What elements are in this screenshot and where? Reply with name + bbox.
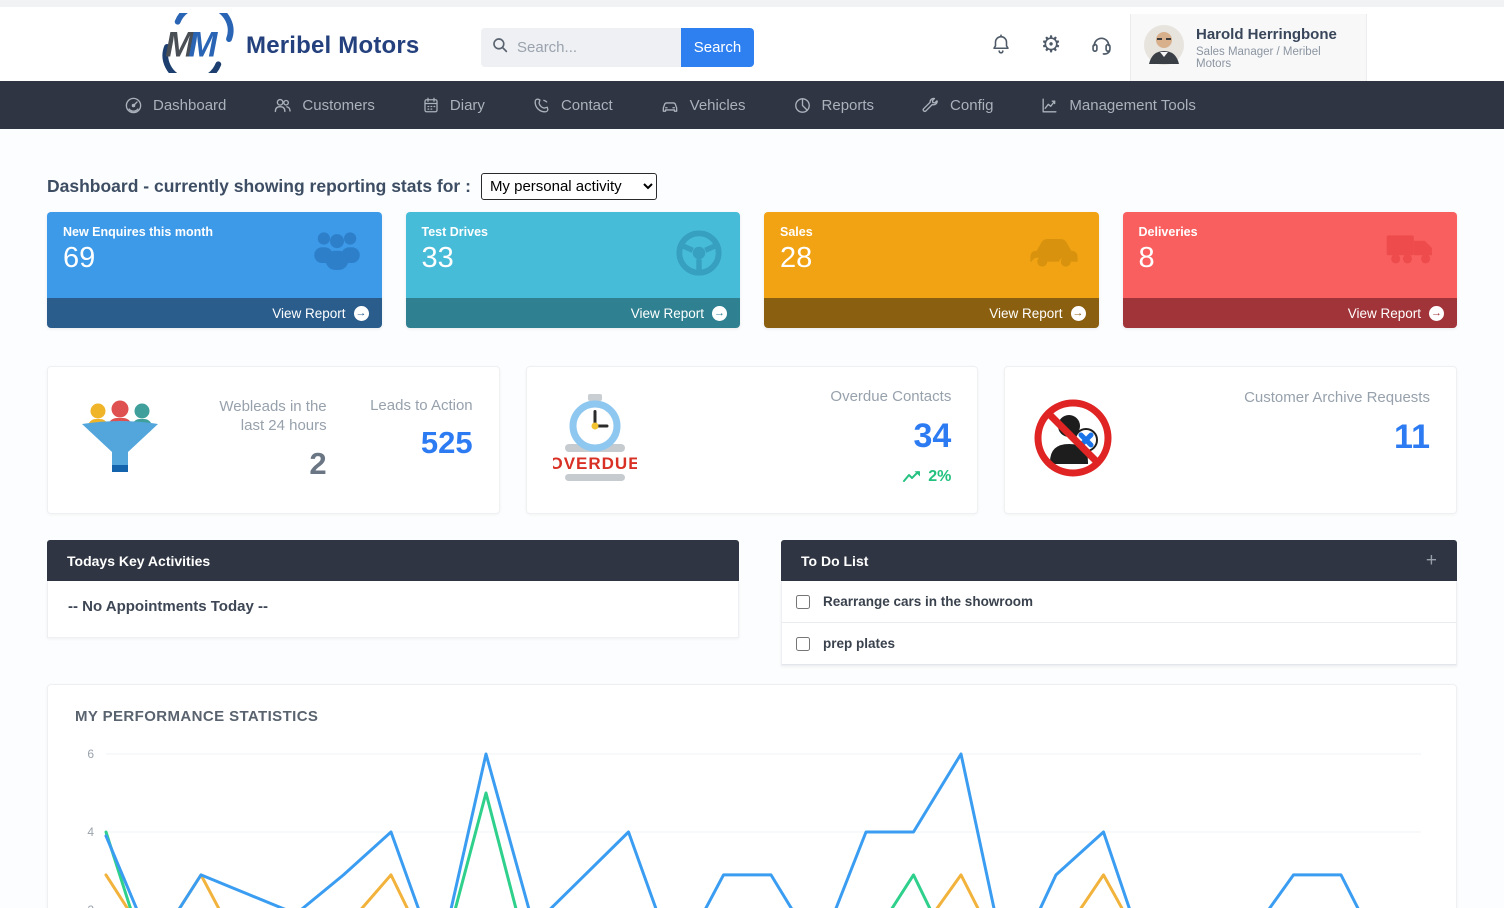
nav-item-diary[interactable]: Diary: [422, 96, 485, 114]
settings-gear-icon[interactable]: ⚙: [1038, 31, 1064, 57]
phone-icon: [532, 96, 551, 115]
brand[interactable]: M M Meribel Motors: [158, 13, 419, 78]
pie-chart-icon: [793, 96, 812, 115]
nav-item-customers[interactable]: Customers: [273, 96, 375, 115]
stat-card-row: New Enquires this month 69 View Report →…: [47, 212, 1457, 328]
performance-line-chart: 2 4 6: [48, 685, 1456, 908]
key-activities-panel: Todays Key Activities -- No Appointments…: [47, 540, 739, 638]
brand-logo-icon: M M: [158, 13, 238, 78]
view-report-button[interactable]: View Report →: [47, 298, 382, 328]
todo-item-label: prep plates: [823, 636, 895, 651]
svg-text:OVERDUE: OVERDUE: [553, 454, 637, 473]
view-report-button[interactable]: View Report →: [1123, 298, 1458, 328]
nav-item-dashboard[interactable]: Dashboard: [124, 96, 226, 115]
nav-item-vehicles[interactable]: Vehicles: [660, 95, 746, 115]
overdue-trend-value: 2%: [928, 468, 951, 486]
truck-icon: [1383, 228, 1441, 273]
main-nav: Dashboard Customers Diary Contact Vehicl…: [0, 81, 1504, 129]
webleads-card: Webleads in the last 24 hours 2 Leads to…: [47, 366, 500, 514]
todo-panel: To Do List + Rearrange cars in the showr…: [781, 540, 1457, 666]
leads-to-action-value: 525: [421, 425, 473, 461]
speedometer-icon: [124, 96, 143, 115]
line-chart-icon: [1040, 96, 1059, 115]
info-card-row: Webleads in the last 24 hours 2 Leads to…: [47, 366, 1457, 514]
dashboard-main: Dashboard - currently showing reporting …: [0, 173, 1504, 908]
todo-checkbox[interactable]: [796, 637, 810, 651]
todo-item: prep plates: [782, 623, 1456, 665]
stat-card-deliveries: Deliveries 8 View Report →: [1123, 212, 1458, 328]
view-report-button[interactable]: View Report →: [406, 298, 741, 328]
svg-text:4: 4: [87, 825, 94, 839]
user-menu[interactable]: Harold Herringbone Sales Manager / Merib…: [1130, 14, 1367, 81]
notifications-bell-icon[interactable]: [988, 31, 1014, 57]
search-box: [481, 28, 681, 67]
search-icon: [491, 36, 509, 59]
app-header: M M Meribel Motors Search ⚙: [0, 7, 1504, 81]
todo-item-label: Rearrange cars in the showroom: [823, 594, 1033, 609]
todo-title: To Do List: [801, 553, 868, 569]
steering-wheel-icon: [674, 228, 724, 283]
svg-text:2: 2: [87, 903, 94, 908]
svg-text:M: M: [188, 26, 218, 65]
arrow-circle-icon: →: [1071, 306, 1086, 321]
header-icons: ⚙: [988, 31, 1114, 57]
stat-card-sales: Sales 28 View Report →: [764, 212, 1099, 328]
search-button[interactable]: Search: [681, 28, 754, 67]
overdue-label: Overdue Contacts: [830, 388, 951, 407]
top-strip: [0, 0, 1504, 7]
overdue-value: 34: [914, 417, 952, 456]
nav-item-config[interactable]: Config: [921, 96, 993, 115]
archive-label: Customer Archive Requests: [1244, 389, 1430, 408]
archive-customer-icon: [1031, 396, 1115, 485]
avatar: [1143, 24, 1185, 71]
arrow-circle-icon: →: [354, 306, 369, 321]
user-role: Sales Manager / Meribel Motors: [1196, 46, 1354, 70]
header-search: Search: [481, 28, 754, 67]
arrow-circle-icon: →: [712, 306, 727, 321]
stat-card-new-enquiries: New Enquires this month 69 View Report →: [47, 212, 382, 328]
nav-item-contact[interactable]: Contact: [532, 96, 613, 115]
brand-name: Meribel Motors: [246, 32, 419, 60]
todo-item: Rearrange cars in the showroom: [782, 581, 1456, 623]
leads-to-action-label: Leads to Action: [370, 397, 473, 416]
nav-item-management-tools[interactable]: Management Tools: [1040, 96, 1195, 115]
user-name: Harold Herringbone: [1196, 26, 1354, 43]
search-input[interactable]: [517, 39, 657, 56]
webleads-value: 2: [309, 446, 326, 482]
stat-card-test-drives: Test Drives 33 View Report →: [406, 212, 741, 328]
svg-text:6: 6: [87, 747, 94, 761]
car-outline-icon: [660, 95, 680, 115]
no-appointments-message: -- No Appointments Today --: [47, 581, 739, 638]
car-icon: [1025, 228, 1083, 273]
page-title: Dashboard - currently showing reporting …: [47, 176, 471, 197]
arrow-circle-icon: →: [1429, 306, 1444, 321]
archive-requests-card: Customer Archive Requests 11: [1004, 366, 1457, 514]
view-report-button[interactable]: View Report →: [764, 298, 1099, 328]
todo-checkbox[interactable]: [796, 595, 810, 609]
archive-value: 11: [1394, 418, 1430, 457]
wrench-icon: [921, 96, 940, 115]
users-icon: [308, 228, 366, 275]
reporting-filter-select[interactable]: My personal activity: [481, 173, 657, 200]
overdue-contacts-card: OVERDUE Overdue Contacts 34 2%: [526, 366, 979, 514]
calendar-icon: [422, 96, 440, 114]
webleads-label: Webleads in the last 24 hours: [199, 398, 327, 436]
trend-up-icon: [903, 470, 922, 484]
key-activities-title: Todays Key Activities: [67, 553, 210, 569]
overdue-stopwatch-icon: OVERDUE: [553, 392, 637, 489]
performance-statistics-card: MY PERFORMANCE STATISTICS 246: [47, 684, 1457, 908]
funnel-leads-icon: [74, 394, 166, 487]
nav-item-reports[interactable]: Reports: [793, 96, 875, 115]
add-todo-button[interactable]: +: [1426, 550, 1437, 572]
support-headset-icon[interactable]: [1088, 31, 1114, 57]
people-icon: [273, 96, 292, 115]
